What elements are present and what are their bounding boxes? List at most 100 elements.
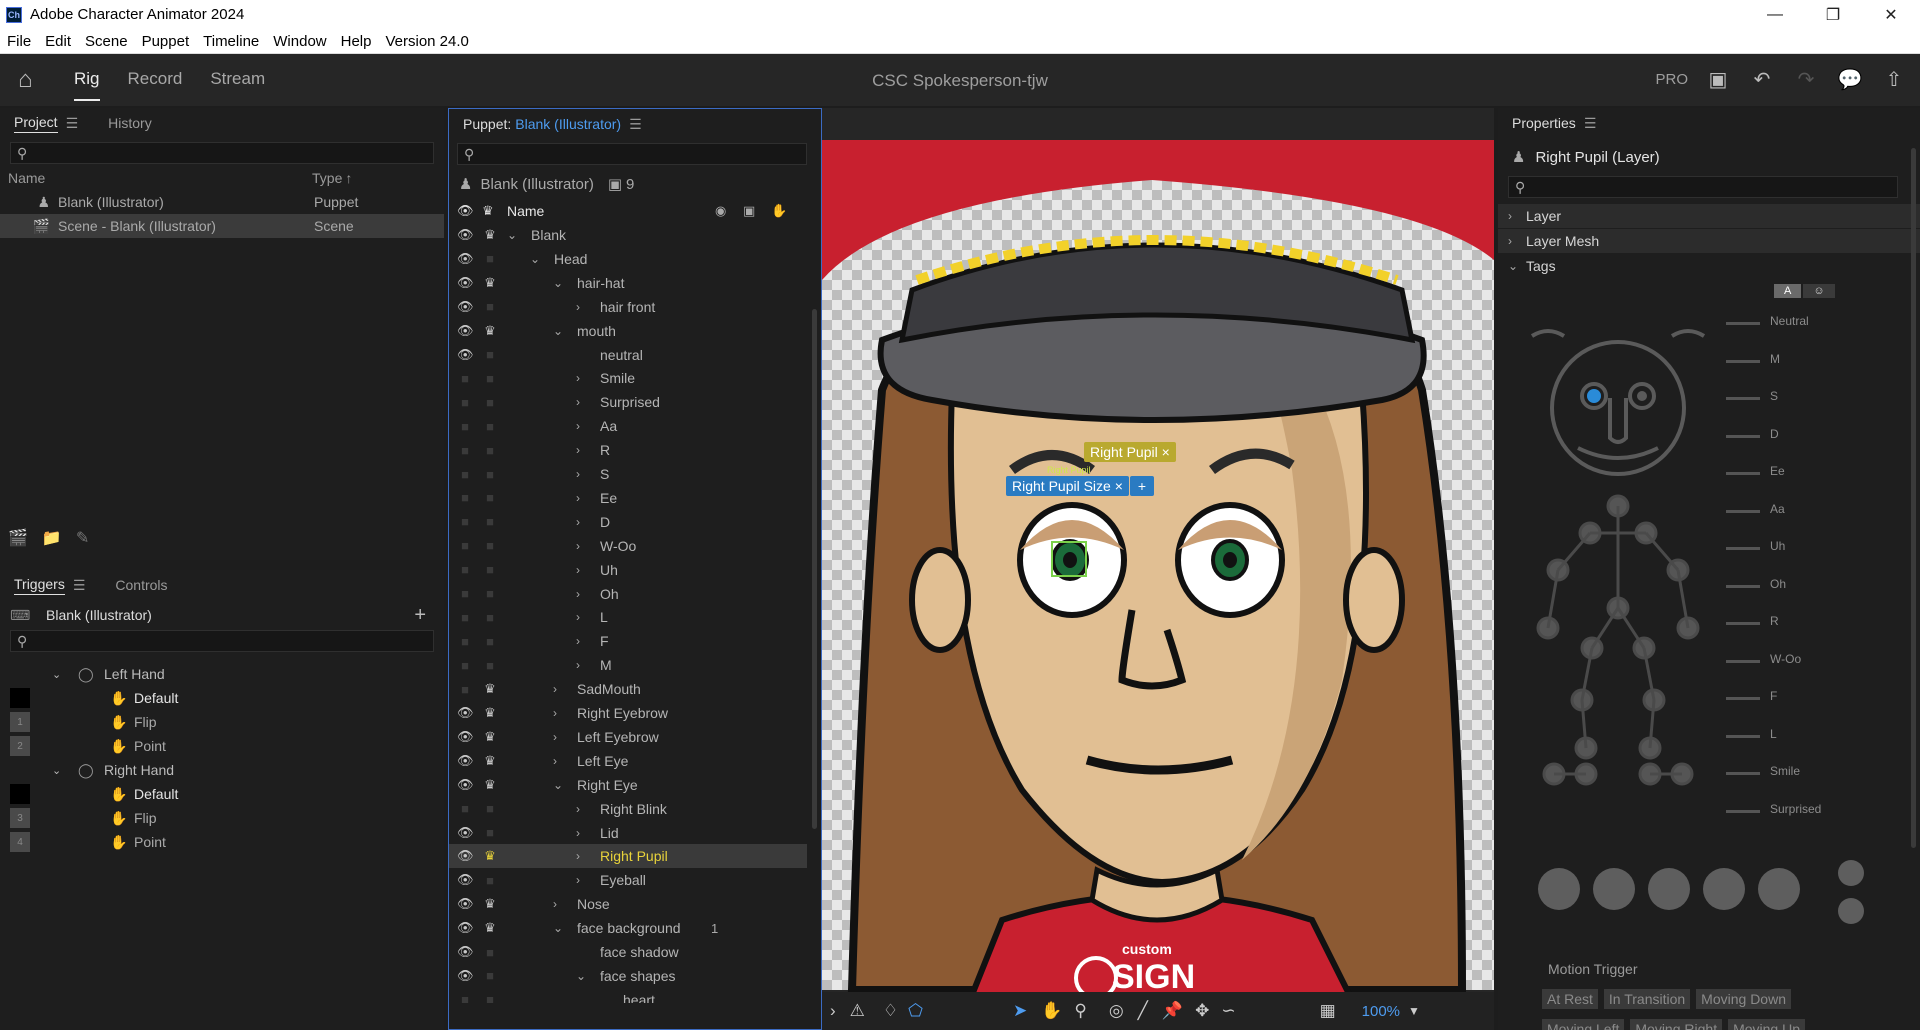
chevron-down-icon[interactable]: ⌄ xyxy=(52,668,61,681)
trigger-key[interactable]: 4 xyxy=(10,832,30,852)
layer-row[interactable]: 👁 ♛ › Left Eyebrow xyxy=(449,725,807,749)
visibility-icon[interactable]: ■ xyxy=(457,634,473,649)
mode-tab-rig[interactable]: Rig xyxy=(74,59,100,101)
column-name[interactable]: Name xyxy=(8,170,312,186)
chevron-down-icon[interactable]: ▼ xyxy=(1408,1004,1420,1018)
zoom-level[interactable]: 100% xyxy=(1362,1003,1400,1020)
layer-row[interactable]: 👁 ■ › Lid xyxy=(449,821,807,845)
crown-icon[interactable]: ♛ xyxy=(482,729,498,745)
chevron-down-icon[interactable]: ⌄ xyxy=(530,252,540,266)
crown-icon[interactable]: ■ xyxy=(482,658,498,673)
crown-icon[interactable]: ♛ xyxy=(482,920,498,936)
feedback-icon[interactable]: 💬 xyxy=(1836,66,1864,92)
layer-row[interactable]: ■ ■ › Uh xyxy=(449,558,807,582)
menu-puppet[interactable]: Puppet xyxy=(135,33,197,50)
column-type[interactable]: Type xyxy=(312,170,342,186)
crown-icon[interactable]: ■ xyxy=(482,801,498,816)
viseme-tag[interactable]: Ee xyxy=(1726,464,1785,478)
layer-row[interactable]: ■ ♛ › SadMouth xyxy=(449,677,807,701)
crown-icon[interactable]: ■ xyxy=(482,490,498,505)
properties-search-input[interactable]: ⚲ xyxy=(1508,176,1898,198)
viseme-tag[interactable]: D xyxy=(1726,427,1779,441)
section-layer-mesh[interactable]: › Layer Mesh xyxy=(1498,229,1920,253)
origin-tool-icon[interactable]: ◎ xyxy=(1109,1001,1124,1021)
crown-icon[interactable]: ■ xyxy=(482,514,498,529)
trigger-item[interactable]: 4 ✋ Point xyxy=(0,830,444,854)
visibility-icon[interactable]: 👁 xyxy=(457,729,474,745)
layer-row[interactable]: 👁 ♛ ⌄ hair-hat xyxy=(449,271,807,295)
visibility-icon[interactable]: ■ xyxy=(457,395,473,410)
trigger-search-input[interactable]: ⚲ xyxy=(10,630,434,652)
visibility-icon[interactable]: ■ xyxy=(457,490,473,505)
face-tag-icon[interactable] xyxy=(1538,868,1580,910)
visibility-icon[interactable]: ■ xyxy=(457,538,473,553)
visibility-icon[interactable]: 👁 xyxy=(457,777,474,793)
warning-icon[interactable]: ⚠ xyxy=(850,1001,865,1021)
face-tag-icon[interactable] xyxy=(1838,898,1864,924)
layer-row[interactable]: ■ ■ › R xyxy=(449,438,807,462)
minimize-icon[interactable]: — xyxy=(1746,0,1804,29)
chevron-right-icon[interactable]: › xyxy=(576,849,580,863)
workspace-layout-icon[interactable]: ▣ xyxy=(1704,66,1732,92)
hand-tool-icon[interactable]: ✋ xyxy=(1041,1001,1062,1021)
visibility-icon[interactable]: 👁 xyxy=(457,251,474,267)
crown-icon[interactable]: ■ xyxy=(482,586,498,601)
motion-trigger-chip[interactable]: Moving Right xyxy=(1630,1019,1723,1030)
visibility-icon[interactable]: ■ xyxy=(457,658,473,673)
undo-icon[interactable]: ↶ xyxy=(1748,66,1776,92)
camera-icon[interactable]: ▣ xyxy=(743,203,755,219)
panel-menu-icon[interactable]: ☰ xyxy=(629,116,642,133)
visibility-icon[interactable]: 👁 xyxy=(457,896,474,912)
layer-row[interactable]: 👁 ■ face shadow xyxy=(449,940,807,964)
chevron-right-icon[interactable]: › xyxy=(576,467,580,481)
add-trigger-icon[interactable]: + xyxy=(414,604,426,627)
visibility-icon[interactable]: 👁 xyxy=(457,275,474,291)
trigger-group[interactable]: ⌄ ◯ Left Hand xyxy=(0,662,444,686)
chevron-right-icon[interactable]: › xyxy=(576,563,580,577)
zoom-tool-icon[interactable]: ⚲ xyxy=(1074,1001,1086,1021)
chevron-right-icon[interactable]: › xyxy=(576,395,580,409)
face-tag-icon[interactable] xyxy=(1838,860,1864,886)
crown-icon[interactable]: ■ xyxy=(482,538,498,553)
visibility-icon[interactable]: ■ xyxy=(457,801,473,816)
visibility-icon[interactable]: ■ xyxy=(457,586,473,601)
viseme-tag[interactable]: S xyxy=(1726,389,1778,403)
visibility-icon[interactable]: 👁 xyxy=(457,227,474,243)
crown-icon[interactable]: ■ xyxy=(482,992,498,1003)
visibility-icon[interactable]: 👁 xyxy=(457,920,474,936)
chevron-down-icon[interactable]: ⌄ xyxy=(553,778,563,792)
visibility-icon[interactable]: 👁 xyxy=(457,968,474,984)
new-folder-icon[interactable]: 📁 xyxy=(42,528,62,548)
crown-icon[interactable]: ♛ xyxy=(482,753,498,769)
viseme-tag[interactable]: Surprised xyxy=(1726,802,1821,816)
puppet-search-input[interactable]: ⚲ xyxy=(457,143,807,165)
stick-tool-icon[interactable]: ╱ xyxy=(1138,1001,1148,1021)
crown-icon[interactable]: ■ xyxy=(482,562,498,577)
crown-icon[interactable]: ♛ xyxy=(482,777,498,793)
panel-menu-icon[interactable]: ☰ xyxy=(1584,115,1597,132)
crown-icon[interactable]: ■ xyxy=(482,467,498,482)
chevron-right-icon[interactable]: › xyxy=(553,897,557,911)
home-icon[interactable]: ⌂ xyxy=(18,66,54,94)
visibility-icon[interactable]: 👁 xyxy=(457,203,474,219)
body-tag-diagram[interactable] xyxy=(1518,308,1708,828)
menu-version-24-0[interactable]: Version 24.0 xyxy=(378,33,475,50)
menu-edit[interactable]: Edit xyxy=(38,33,78,50)
add-handle-icon[interactable]: + xyxy=(1130,476,1154,496)
layer-row[interactable]: 👁 ♛ › Nose xyxy=(449,892,807,916)
chevron-down-icon[interactable]: ⌄ xyxy=(553,276,563,290)
visibility-icon[interactable]: 👁 xyxy=(457,944,474,960)
trigger-item[interactable]: 3 ✋ Flip xyxy=(0,806,444,830)
pro-label[interactable]: PRO xyxy=(1655,71,1688,88)
crown-icon[interactable]: ■ xyxy=(482,825,498,840)
crown-icon[interactable]: ■ xyxy=(482,634,498,649)
crown-icon[interactable]: ■ xyxy=(482,610,498,625)
chevron-right-icon[interactable]: › xyxy=(576,587,580,601)
chevron-right-icon[interactable]: › xyxy=(576,634,580,648)
mesh-icon[interactable]: ♢ xyxy=(883,1001,898,1021)
visibility-icon[interactable]: ■ xyxy=(457,467,473,482)
layer-row[interactable]: 👁 ♛ ⌄ mouth xyxy=(449,319,807,343)
chevron-right-icon[interactable]: › xyxy=(576,443,580,457)
layer-row[interactable]: ■ ■ › M xyxy=(449,653,807,677)
project-item[interactable]: 🎬 Scene - Blank (Illustrator) Scene xyxy=(0,214,444,238)
